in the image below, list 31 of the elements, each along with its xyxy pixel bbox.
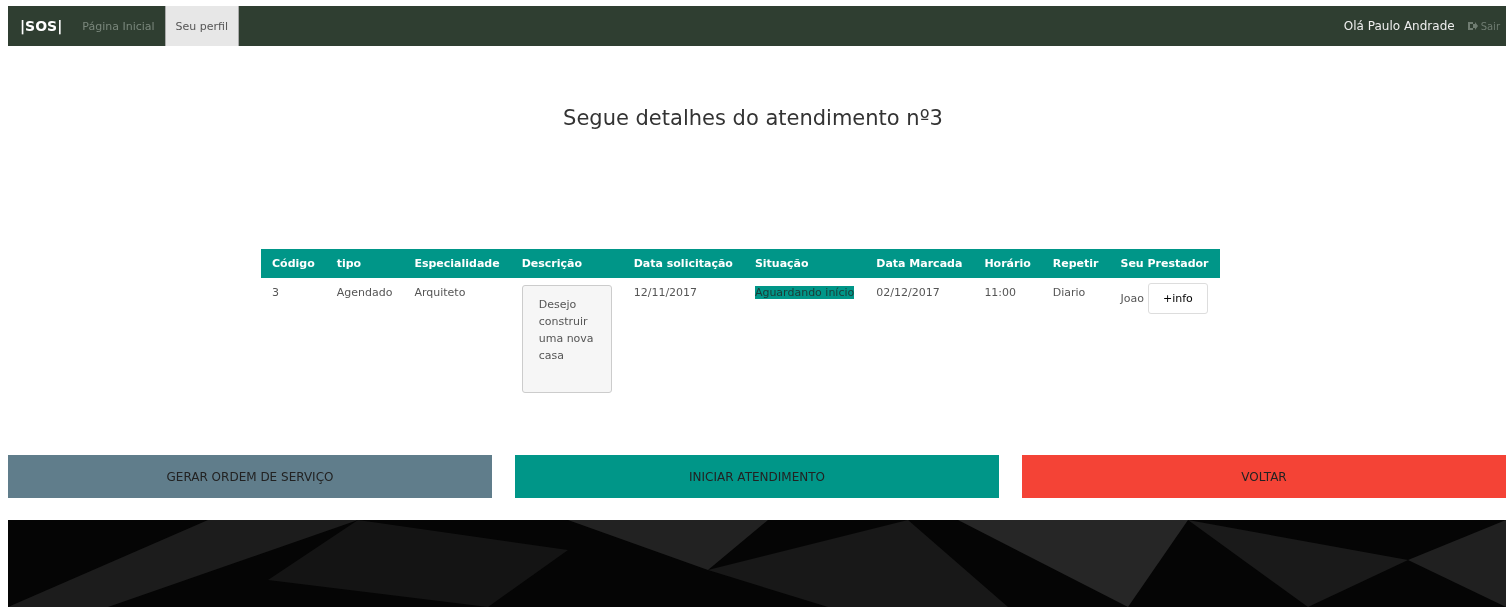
table-cell: Joao bbox=[1120, 292, 1144, 305]
table-cell: 02/12/2017 bbox=[876, 286, 940, 299]
column-header: Horário bbox=[973, 249, 1042, 278]
column-header: Especialidade bbox=[403, 249, 511, 278]
logout-icon bbox=[1466, 21, 1478, 31]
status-text: Aguardando início bbox=[754, 286, 855, 299]
table-cell: 11:00 bbox=[984, 286, 1017, 299]
column-header: Data Marcada bbox=[865, 249, 974, 278]
action-button[interactable]: GERAR ORDEM DE SERVIÇO bbox=[8, 455, 492, 498]
action-button[interactable]: VOLTAR bbox=[1022, 455, 1506, 498]
nav-tab[interactable]: Seu perfil bbox=[164, 6, 240, 46]
brand-logo[interactable]: |SOS| bbox=[8, 6, 73, 46]
table-cell: 3 bbox=[272, 286, 279, 299]
action-button[interactable]: INICIAR ATENDIMENTO bbox=[515, 455, 999, 498]
column-header: tipo bbox=[325, 249, 404, 278]
column-header: Situação bbox=[743, 249, 866, 278]
user-greeting: Olá Paulo Andrade bbox=[1343, 18, 1456, 35]
column-header: Data solicitação bbox=[622, 249, 744, 278]
column-header: Repetir bbox=[1041, 249, 1110, 278]
info-button[interactable]: +info bbox=[1147, 283, 1208, 314]
nav-tab[interactable]: Página Inicial bbox=[72, 6, 165, 46]
table-cell: Agendado bbox=[336, 286, 393, 299]
table-cell: 12/11/2017 bbox=[633, 286, 698, 299]
column-header: Código bbox=[261, 249, 326, 278]
table-cell: Arquiteto bbox=[414, 286, 466, 299]
description-box: Desejo construir uma nova casa bbox=[521, 285, 612, 393]
logout-link[interactable]: Sair bbox=[1466, 6, 1506, 46]
column-header: Seu Prestador bbox=[1109, 249, 1220, 278]
column-header: Descrição bbox=[510, 249, 623, 278]
page-title: Segue detalhes do atendimento nº3 bbox=[562, 105, 944, 132]
table-cell: Diario bbox=[1052, 286, 1086, 299]
